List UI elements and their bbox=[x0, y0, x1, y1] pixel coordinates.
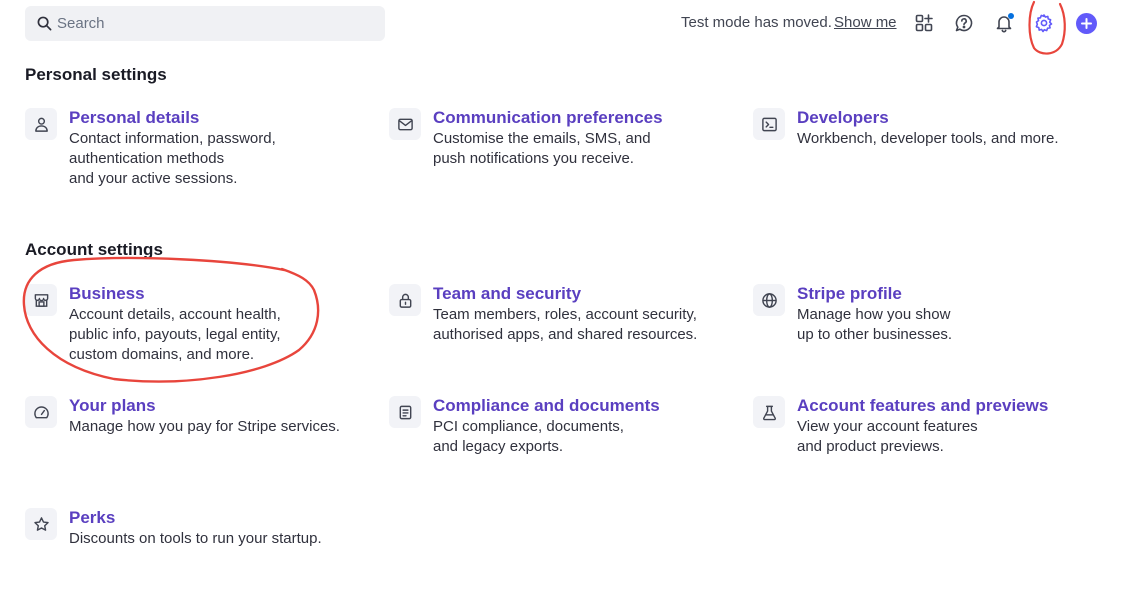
lock-icon bbox=[399, 293, 411, 308]
item-description: PCI compliance, documents, and legacy ex… bbox=[433, 418, 624, 455]
item-description: Customise the emails, SMS, and push noti… bbox=[433, 130, 651, 167]
globe-icon bbox=[761, 292, 777, 308]
notifications-button[interactable] bbox=[993, 12, 1015, 34]
document-icon bbox=[399, 405, 411, 419]
item-title: Your plans bbox=[69, 396, 156, 415]
search-icon bbox=[37, 16, 52, 31]
show-me-link[interactable]: Show me bbox=[834, 14, 897, 31]
item-title: Team and security bbox=[433, 284, 582, 303]
item-title: Developers bbox=[797, 108, 889, 127]
item-description: Manage how you show up to other business… bbox=[797, 306, 953, 343]
item-description: Manage how you pay for Stripe services. bbox=[69, 418, 340, 435]
item-title: Business bbox=[69, 284, 145, 303]
settings-button[interactable] bbox=[1033, 12, 1055, 34]
item-description: Workbench, developer tools, and more. bbox=[797, 130, 1059, 147]
apps-button[interactable] bbox=[913, 12, 935, 34]
account-settings-heading: Account settings bbox=[25, 240, 163, 259]
item-description: Team members, roles, account security, a… bbox=[433, 306, 698, 343]
flask-icon bbox=[762, 405, 776, 420]
personal-settings-heading: Personal settings bbox=[25, 65, 167, 84]
test-mode-notice: Test mode has moved. bbox=[681, 14, 832, 31]
gauge-icon bbox=[33, 405, 49, 418]
help-button[interactable] bbox=[953, 12, 975, 34]
item-description: Contact information, password, authentic… bbox=[69, 130, 276, 187]
item-title: Communication preferences bbox=[433, 108, 663, 127]
search-bar[interactable] bbox=[25, 6, 385, 41]
gear-icon bbox=[1035, 14, 1053, 33]
item-description: Account details, account health, public … bbox=[69, 306, 281, 363]
item-title: Compliance and documents bbox=[433, 396, 660, 415]
person-icon bbox=[34, 117, 48, 132]
storefront-icon bbox=[34, 293, 48, 307]
plus-icon bbox=[1081, 18, 1092, 29]
create-button[interactable] bbox=[1076, 13, 1097, 34]
search-input[interactable] bbox=[57, 6, 377, 41]
item-description: Discounts on tools to run your startup. bbox=[69, 530, 322, 547]
item-title: Stripe profile bbox=[797, 284, 902, 303]
mail-icon bbox=[397, 118, 413, 130]
apps-icon bbox=[915, 14, 933, 32]
star-icon bbox=[33, 516, 49, 531]
item-description: View your account features and product p… bbox=[797, 418, 978, 455]
item-title: Perks bbox=[69, 508, 116, 527]
notification-dot bbox=[1008, 13, 1014, 19]
help-icon bbox=[955, 14, 973, 32]
item-title: Account features and previews bbox=[797, 396, 1049, 415]
terminal-icon bbox=[761, 117, 777, 131]
item-title: Personal details bbox=[69, 108, 200, 127]
